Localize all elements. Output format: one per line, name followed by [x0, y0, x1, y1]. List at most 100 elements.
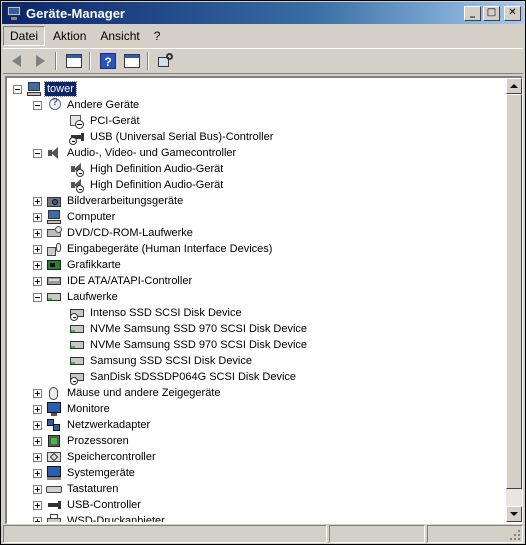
- tree-category-row[interactable]: Eingabegeräte (Human Interface Devices): [33, 241, 274, 257]
- expand-icon[interactable]: [33, 388, 42, 398]
- tree-node-label[interactable]: High Definition Audio-Gerät: [88, 162, 225, 176]
- properties-button[interactable]: [121, 51, 143, 71]
- tree-node-label[interactable]: Intenso SSD SCSI Disk Device: [88, 306, 244, 320]
- tree-category-row[interactable]: ? Andere Geräte: [33, 97, 141, 113]
- tree-category-row[interactable]: USB-Controller: [33, 497, 143, 513]
- close-button[interactable]: ✕: [504, 5, 521, 21]
- tree-device-row[interactable]: High Definition Audio-Gerät: [69, 177, 225, 193]
- tree-device-row[interactable]: PCI-Gerät: [69, 113, 142, 129]
- collapse-icon[interactable]: [13, 84, 22, 94]
- tree-category-row[interactable]: WSD-Druckanbieter: [33, 513, 167, 522]
- tree-node-label[interactable]: USB (Universal Serial Bus)-Controller: [88, 130, 275, 144]
- expand-icon[interactable]: [33, 484, 42, 494]
- tree-node-label[interactable]: SanDisk SDSSDP064G SCSI Disk Device: [88, 370, 298, 384]
- tree-category-row[interactable]: Tastaturen: [33, 481, 120, 497]
- help-button[interactable]: ?: [97, 51, 119, 71]
- collapse-icon[interactable]: [33, 148, 42, 158]
- menu-datei[interactable]: Datei: [3, 26, 46, 46]
- minimize-button[interactable]: _: [464, 5, 481, 21]
- tree-device-row[interactable]: High Definition Audio-Gerät: [69, 161, 225, 177]
- tree-node-label[interactable]: NVMe Samsung SSD 970 SCSI Disk Device: [88, 338, 309, 352]
- tree-node-label[interactable]: NVMe Samsung SSD 970 SCSI Disk Device: [88, 322, 309, 336]
- expand-icon[interactable]: [33, 436, 42, 446]
- expand-icon[interactable]: [33, 212, 42, 222]
- back-button[interactable]: [5, 51, 27, 71]
- tree-node-label[interactable]: Mäuse und andere Zeigegeräte: [65, 386, 223, 400]
- expand-icon[interactable]: [33, 404, 42, 414]
- expand-icon[interactable]: [33, 228, 42, 238]
- tree-node-label[interactable]: PCI-Gerät: [88, 114, 142, 128]
- toolbar-separator: [55, 52, 57, 70]
- tree-category-row[interactable]: Speichercontroller: [33, 449, 158, 465]
- tree-root-row[interactable]: tower: [13, 81, 77, 97]
- tree-node-label[interactable]: Samsung SSD SCSI Disk Device: [88, 354, 254, 368]
- tree-category-row[interactable]: Laufwerke: [33, 289, 120, 305]
- expand-icon[interactable]: [33, 420, 42, 430]
- resize-grip-icon[interactable]: [508, 528, 522, 542]
- tree-device-row[interactable]: Intenso SSD SCSI Disk Device: [69, 305, 244, 321]
- tree-category-row[interactable]: DVD/CD-ROM-Laufwerke: [33, 225, 195, 241]
- expand-icon[interactable]: [33, 468, 42, 478]
- tree-device-row[interactable]: Samsung SSD SCSI Disk Device: [69, 353, 254, 369]
- tree-node-label[interactable]: Bildverarbeitungsgeräte: [65, 194, 185, 208]
- expand-icon[interactable]: [33, 516, 42, 522]
- collapse-icon[interactable]: [33, 292, 42, 302]
- tree-node-label[interactable]: High Definition Audio-Gerät: [88, 178, 225, 192]
- forward-button[interactable]: [29, 51, 51, 71]
- tree-node-label[interactable]: Netzwerkadapter: [65, 418, 152, 432]
- expand-icon[interactable]: [33, 244, 42, 254]
- tree-device-row[interactable]: USB (Universal Serial Bus)-Controller: [69, 129, 275, 145]
- tree-category-row[interactable]: Netzwerkadapter: [33, 417, 152, 433]
- computer-icon: [26, 81, 42, 97]
- menu-aktion[interactable]: Aktion: [47, 27, 92, 45]
- expand-icon[interactable]: [33, 500, 42, 510]
- tree-node-label[interactable]: Prozessoren: [65, 434, 131, 448]
- tree-node-label[interactable]: Systemgeräte: [65, 466, 137, 480]
- tree-device-row[interactable]: NVMe Samsung SSD 970 SCSI Disk Device: [69, 337, 309, 353]
- tree-category-row[interactable]: Prozessoren: [33, 433, 131, 449]
- tree-node-label[interactable]: USB-Controller: [65, 498, 143, 512]
- tree-category-row[interactable]: Mäuse und andere Zeigegeräte: [33, 385, 223, 401]
- tree-category-row[interactable]: Systemgeräte: [33, 465, 137, 481]
- tree-category-row[interactable]: Monitore: [33, 401, 112, 417]
- tree-node-label[interactable]: Andere Geräte: [65, 98, 141, 112]
- tree-root-label[interactable]: tower: [44, 81, 77, 97]
- tree-node-label[interactable]: IDE ATA/ATAPI-Controller: [65, 274, 194, 288]
- show-hide-console-tree-button[interactable]: [63, 51, 85, 71]
- tree-node-label[interactable]: DVD/CD-ROM-Laufwerke: [65, 226, 195, 240]
- tree-node-label[interactable]: Speichercontroller: [65, 450, 158, 464]
- scroll-down-button[interactable]: [506, 506, 522, 522]
- expand-icon[interactable]: [33, 276, 42, 286]
- device-tree[interactable]: tower ? Andere Geräte PCI-Gerät USB (Univer…: [7, 78, 507, 522]
- tree-node-label[interactable]: Audio-, Video- und Gamecontroller: [65, 146, 238, 160]
- menu-ansicht[interactable]: Ansicht: [94, 27, 145, 45]
- tree-category-row[interactable]: Grafikkarte: [33, 257, 123, 273]
- expand-icon[interactable]: [33, 196, 42, 206]
- expand-icon[interactable]: [33, 260, 42, 270]
- scroll-up-button[interactable]: [506, 78, 522, 94]
- tree-node-label[interactable]: WSD-Druckanbieter: [65, 514, 167, 522]
- tree-device-row[interactable]: NVMe Samsung SSD 970 SCSI Disk Device: [69, 321, 309, 337]
- tree-node-label[interactable]: Laufwerke: [65, 290, 120, 304]
- tree-node-label[interactable]: Tastaturen: [65, 482, 120, 496]
- tree-node-label[interactable]: Monitore: [65, 402, 112, 416]
- scroll-thumb[interactable]: [506, 94, 522, 489]
- tree-node-label[interactable]: Grafikkarte: [65, 258, 123, 272]
- tree-category-row[interactable]: IDE ATA/ATAPI-Controller: [33, 273, 194, 289]
- tree-device-row[interactable]: SanDisk SDSSDP064G SCSI Disk Device: [69, 369, 298, 385]
- expand-icon[interactable]: [33, 452, 42, 462]
- tree-node-label[interactable]: Eingabegeräte (Human Interface Devices): [65, 242, 274, 256]
- vertical-scrollbar[interactable]: [506, 78, 522, 522]
- tree-node-label[interactable]: Computer: [65, 210, 117, 224]
- title-bar[interactable]: Geräte-Manager _ □ ✕: [2, 2, 524, 24]
- menu-help[interactable]: ?: [148, 27, 167, 45]
- window-title: Geräte-Manager: [26, 5, 125, 21]
- tree-category-row[interactable]: Computer: [33, 209, 117, 225]
- scan-hardware-button[interactable]: [155, 51, 177, 71]
- tree-category-row[interactable]: Bildverarbeitungsgeräte: [33, 193, 185, 209]
- toolbar-separator: [147, 52, 149, 70]
- maximize-icon: □: [486, 6, 497, 18]
- maximize-button[interactable]: □: [483, 5, 500, 21]
- tree-category-row[interactable]: Audio-, Video- und Gamecontroller: [33, 145, 238, 161]
- collapse-icon[interactable]: [33, 100, 42, 110]
